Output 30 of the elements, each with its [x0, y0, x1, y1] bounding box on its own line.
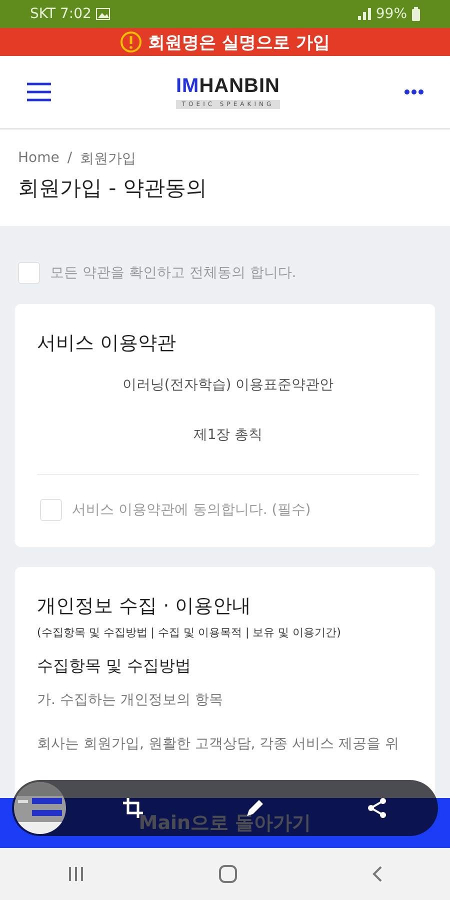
signal-icon	[356, 8, 371, 20]
share-icon[interactable]	[366, 797, 388, 819]
privacy-text: 가. 수집하는 개인정보의 항목	[37, 691, 224, 709]
card-subtitle: (수집항목 및 수집방법 | 수집 및 이용목적 | 보유 및 이용기간)	[37, 625, 342, 640]
warning-icon	[120, 31, 142, 53]
more-icon[interactable]	[404, 89, 424, 95]
checkbox[interactable]	[18, 262, 40, 284]
checkbox-label: 서비스 이용약관에 동의합니다. (필수)	[72, 501, 311, 519]
card-title: 개인정보 수집 · 이용안내	[37, 594, 252, 619]
privacy-text: 회사는 회원가입, 원활한 고객상담, 각종 서비스 제공을 위	[37, 735, 400, 753]
page-title: 회원가입 - 약관동의	[18, 175, 208, 202]
checkbox[interactable]	[40, 499, 62, 521]
breadcrumb-separator: /	[67, 150, 72, 168]
terms-text: 이러닝(전자학습) 이용표준약관안	[121, 376, 335, 395]
image-icon	[96, 8, 110, 20]
logo[interactable]: IMHANBIN	[176, 75, 280, 98]
recent-apps-icon[interactable]	[68, 867, 84, 881]
battery-icon	[412, 7, 420, 21]
notice-banner-text: 회원명은 실명으로 가입	[148, 32, 330, 54]
battery-percent: 99%	[376, 6, 407, 22]
breadcrumb-link[interactable]: Home	[18, 150, 60, 168]
status-time: SKT 7:02	[30, 6, 92, 22]
section-heading: 수집항목 및 수집방법	[37, 656, 192, 677]
home-icon[interactable]	[218, 865, 237, 883]
card-title: 서비스 이용약관	[37, 331, 178, 356]
back-icon[interactable]	[372, 866, 382, 882]
checkbox-label: 모든 약관을 확인하고 전체동의 합니다.	[50, 264, 296, 282]
breadcrumb-link[interactable]: 회원가입	[80, 150, 136, 168]
terms-text: 제1장 총칙	[192, 426, 264, 445]
menu-icon[interactable]	[26, 82, 52, 102]
